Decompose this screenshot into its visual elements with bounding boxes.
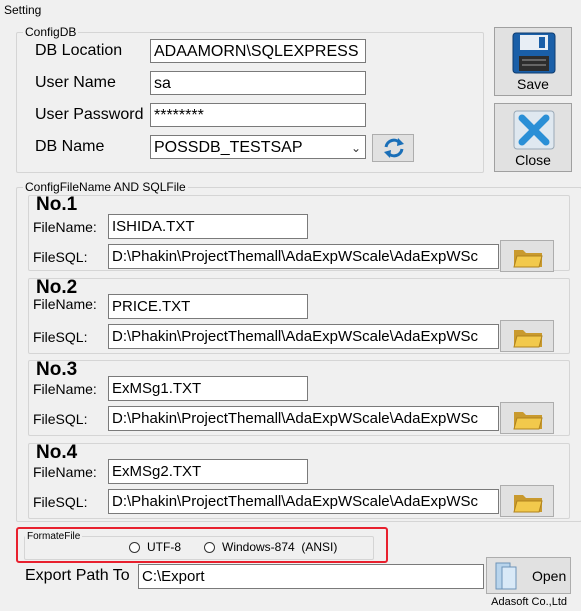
browse-folder-button[interactable] (500, 320, 554, 352)
refresh-icon (382, 137, 406, 159)
filename-label: FileName: (33, 219, 97, 235)
db-name-combobox[interactable]: POSSDB_TESTSAP ⌄ (150, 135, 366, 159)
save-button[interactable]: Save (494, 27, 572, 96)
filesql-label: FileSQL: (33, 329, 88, 345)
filesql-label: FileSQL: (33, 249, 88, 265)
radio-utf8-label[interactable]: UTF-8 (147, 540, 181, 554)
filesql-input[interactable]: D:\Phakin\ProjectThemall\AdaExpWScale\Ad… (108, 244, 499, 269)
db-name-value: POSSDB_TESTSAP (154, 139, 303, 156)
radio-utf8[interactable] (129, 542, 140, 553)
filename-label: FileName: (33, 464, 97, 480)
open-button[interactable]: Open (486, 557, 571, 594)
browse-folder-button[interactable] (500, 485, 554, 517)
user-name-input[interactable]: sa (150, 71, 366, 95)
db-name-label: DB Name (35, 138, 105, 155)
filesql-input[interactable]: D:\Phakin\ProjectThemall\AdaExpWScale\Ad… (108, 489, 499, 514)
export-path-input[interactable]: C:\Export (138, 564, 484, 589)
save-button-label: Save (517, 76, 549, 92)
filesql-label: FileSQL: (33, 494, 88, 510)
filename-input[interactable]: ISHIDA.TXT (108, 214, 308, 239)
config-file-item-title: No.3 (36, 359, 78, 380)
close-button[interactable]: Close (494, 103, 572, 172)
format-file-legend: FormateFile (27, 531, 81, 542)
close-button-label: Close (515, 152, 551, 168)
user-name-label: User Name (35, 74, 116, 91)
config-file-item-title: No.1 (36, 194, 78, 215)
user-password-label: User Password (35, 106, 144, 123)
chevron-down-icon[interactable]: ⌄ (351, 136, 361, 158)
filename-label: FileName: (33, 381, 97, 397)
filename-label: FileName: (33, 296, 97, 312)
folder-icon (513, 491, 543, 513)
filename-input[interactable]: ExMSg2.TXT (108, 459, 308, 484)
db-location-input[interactable]: ADAAMORN\SQLEXPRESS (150, 39, 366, 63)
open-folder-icon (493, 561, 519, 591)
folder-icon (513, 246, 543, 268)
filesql-input[interactable]: D:\Phakin\ProjectThemall\AdaExpWScale\Ad… (108, 324, 499, 349)
config-file-item-title: No.4 (36, 442, 78, 463)
company-footer: Adasoft Co.,Ltd (491, 596, 567, 608)
folder-icon (513, 408, 543, 430)
export-path-label: Export Path To (25, 567, 130, 584)
filesql-label: FileSQL: (33, 411, 88, 427)
close-icon (512, 110, 556, 150)
open-button-label: Open (532, 568, 567, 584)
filesql-input[interactable]: D:\Phakin\ProjectThemall\AdaExpWScale\Ad… (108, 406, 499, 431)
refresh-button[interactable] (372, 134, 414, 162)
folder-icon (513, 326, 543, 348)
radio-windows-874-label[interactable]: Windows-874 (ANSI) (222, 540, 337, 554)
configdb-legend: ConfigDB (25, 25, 77, 39)
user-password-input[interactable]: ******** (150, 103, 366, 127)
browse-folder-button[interactable] (500, 240, 554, 272)
floppy-disk-icon (512, 32, 556, 74)
filename-input[interactable]: ExMSg1.TXT (108, 376, 308, 401)
filename-input[interactable]: PRICE.TXT (108, 294, 308, 319)
browse-folder-button[interactable] (500, 402, 554, 434)
config-files-legend: ConfigFileName AND SQLFile (25, 180, 186, 194)
window-title: Setting (4, 3, 42, 17)
radio-windows-874[interactable] (204, 542, 215, 553)
db-location-label: DB Location (35, 42, 123, 59)
